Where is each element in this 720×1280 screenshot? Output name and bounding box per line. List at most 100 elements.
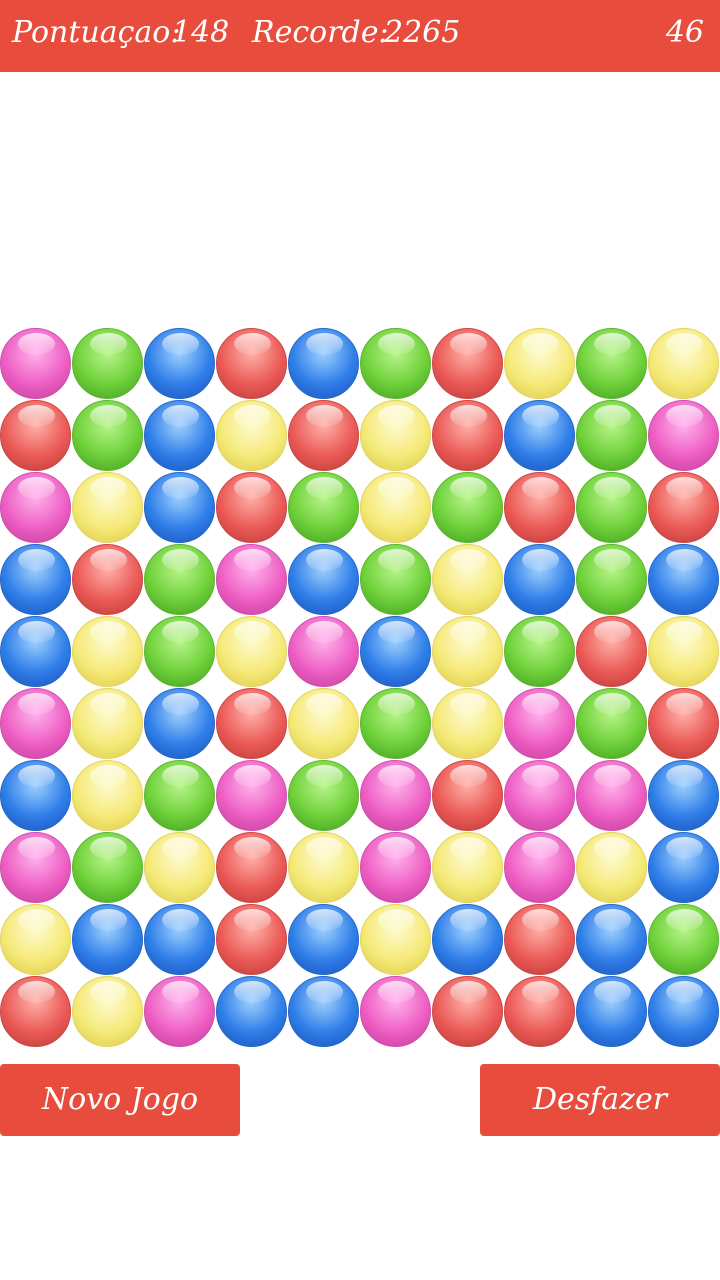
pink-bubble[interactable] [576, 760, 647, 831]
red-bubble[interactable] [216, 328, 287, 399]
red-bubble[interactable] [72, 544, 143, 615]
yellow-bubble[interactable] [288, 832, 359, 903]
new-game-button[interactable]: Novo Jogo [0, 1064, 240, 1136]
red-bubble[interactable] [648, 472, 719, 543]
pink-bubble[interactable] [648, 400, 719, 471]
blue-bubble[interactable] [648, 832, 719, 903]
green-bubble[interactable] [144, 616, 215, 687]
green-bubble[interactable] [288, 472, 359, 543]
yellow-bubble[interactable] [432, 688, 503, 759]
green-bubble[interactable] [144, 544, 215, 615]
red-bubble[interactable] [432, 328, 503, 399]
red-bubble[interactable] [216, 904, 287, 975]
red-bubble[interactable] [504, 904, 575, 975]
yellow-bubble[interactable] [648, 616, 719, 687]
blue-bubble[interactable] [360, 616, 431, 687]
blue-bubble[interactable] [288, 904, 359, 975]
pink-bubble[interactable] [504, 832, 575, 903]
green-bubble[interactable] [576, 544, 647, 615]
green-bubble[interactable] [72, 832, 143, 903]
yellow-bubble[interactable] [72, 760, 143, 831]
pink-bubble[interactable] [216, 760, 287, 831]
yellow-bubble[interactable] [72, 688, 143, 759]
green-bubble[interactable] [576, 328, 647, 399]
pink-bubble[interactable] [0, 472, 71, 543]
blue-bubble[interactable] [288, 328, 359, 399]
red-bubble[interactable] [648, 688, 719, 759]
red-bubble[interactable] [576, 616, 647, 687]
yellow-bubble[interactable] [648, 328, 719, 399]
yellow-bubble[interactable] [360, 472, 431, 543]
blue-bubble[interactable] [144, 472, 215, 543]
yellow-bubble[interactable] [72, 472, 143, 543]
green-bubble[interactable] [360, 688, 431, 759]
blue-bubble[interactable] [504, 400, 575, 471]
red-bubble[interactable] [216, 832, 287, 903]
green-bubble[interactable] [360, 328, 431, 399]
pink-bubble[interactable] [288, 616, 359, 687]
blue-bubble[interactable] [576, 904, 647, 975]
yellow-bubble[interactable] [432, 544, 503, 615]
yellow-bubble[interactable] [432, 832, 503, 903]
green-bubble[interactable] [504, 616, 575, 687]
blue-bubble[interactable] [72, 904, 143, 975]
blue-bubble[interactable] [0, 760, 71, 831]
blue-bubble[interactable] [144, 400, 215, 471]
red-bubble[interactable] [504, 976, 575, 1047]
yellow-bubble[interactable] [72, 616, 143, 687]
blue-bubble[interactable] [0, 616, 71, 687]
yellow-bubble[interactable] [432, 616, 503, 687]
yellow-bubble[interactable] [144, 832, 215, 903]
green-bubble[interactable] [648, 904, 719, 975]
pink-bubble[interactable] [360, 832, 431, 903]
blue-bubble[interactable] [144, 688, 215, 759]
blue-bubble[interactable] [576, 976, 647, 1047]
red-bubble[interactable] [504, 472, 575, 543]
red-bubble[interactable] [216, 472, 287, 543]
yellow-bubble[interactable] [504, 328, 575, 399]
green-bubble[interactable] [72, 328, 143, 399]
blue-bubble[interactable] [288, 976, 359, 1047]
blue-bubble[interactable] [288, 544, 359, 615]
pink-bubble[interactable] [144, 976, 215, 1047]
undo-button[interactable]: Desfazer [480, 1064, 720, 1136]
blue-bubble[interactable] [432, 904, 503, 975]
yellow-bubble[interactable] [288, 688, 359, 759]
red-bubble[interactable] [432, 976, 503, 1047]
blue-bubble[interactable] [0, 544, 71, 615]
yellow-bubble[interactable] [360, 400, 431, 471]
pink-bubble[interactable] [0, 832, 71, 903]
yellow-bubble[interactable] [576, 832, 647, 903]
pink-bubble[interactable] [216, 544, 287, 615]
green-bubble[interactable] [432, 472, 503, 543]
green-bubble[interactable] [288, 760, 359, 831]
green-bubble[interactable] [144, 760, 215, 831]
pink-bubble[interactable] [360, 760, 431, 831]
blue-bubble[interactable] [216, 976, 287, 1047]
red-bubble[interactable] [0, 400, 71, 471]
green-bubble[interactable] [576, 400, 647, 471]
blue-bubble[interactable] [144, 904, 215, 975]
yellow-bubble[interactable] [72, 976, 143, 1047]
green-bubble[interactable] [72, 400, 143, 471]
pink-bubble[interactable] [360, 976, 431, 1047]
blue-bubble[interactable] [144, 328, 215, 399]
blue-bubble[interactable] [648, 760, 719, 831]
pink-bubble[interactable] [504, 688, 575, 759]
pink-bubble[interactable] [504, 760, 575, 831]
red-bubble[interactable] [432, 760, 503, 831]
red-bubble[interactable] [288, 400, 359, 471]
blue-bubble[interactable] [648, 544, 719, 615]
blue-bubble[interactable] [504, 544, 575, 615]
green-bubble[interactable] [576, 688, 647, 759]
green-bubble[interactable] [360, 544, 431, 615]
yellow-bubble[interactable] [216, 400, 287, 471]
pink-bubble[interactable] [0, 328, 71, 399]
green-bubble[interactable] [576, 472, 647, 543]
red-bubble[interactable] [432, 400, 503, 471]
blue-bubble[interactable] [648, 976, 719, 1047]
red-bubble[interactable] [0, 976, 71, 1047]
yellow-bubble[interactable] [360, 904, 431, 975]
yellow-bubble[interactable] [0, 904, 71, 975]
pink-bubble[interactable] [0, 688, 71, 759]
